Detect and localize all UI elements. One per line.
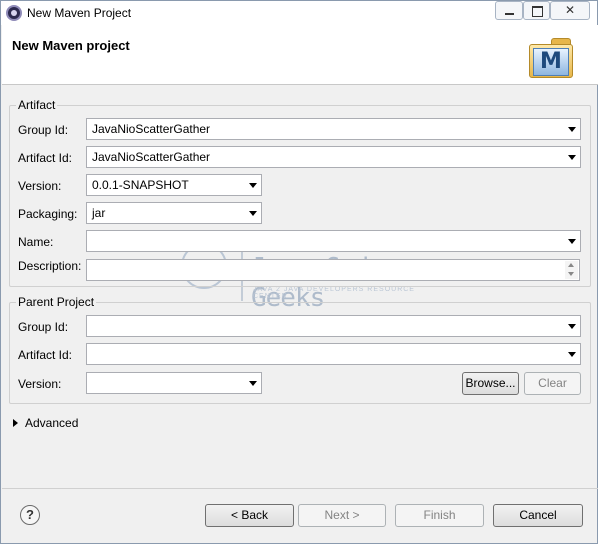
chevron-down-icon[interactable]	[568, 127, 576, 132]
title-bar[interactable]: New Maven Project	[1, 1, 597, 25]
chevron-down-icon[interactable]	[568, 239, 576, 244]
clear-button[interactable]: Clear	[524, 372, 581, 395]
cancel-button[interactable]: Cancel	[493, 504, 583, 527]
packaging-select[interactable]: jar	[86, 202, 262, 224]
packaging-value: jar	[92, 206, 106, 220]
parent-version-field[interactable]	[86, 372, 262, 394]
group-id-value: JavaNioScatterGather	[92, 122, 211, 136]
group-id-label: Group Id:	[18, 123, 69, 137]
next-button[interactable]: Next >	[298, 504, 386, 527]
back-button[interactable]: < Back	[205, 504, 294, 527]
chevron-down-icon[interactable]	[568, 324, 576, 329]
parent-artifact-id-label: Artifact Id:	[18, 348, 73, 362]
version-field[interactable]: 0.0.1-SNAPSHOT	[86, 174, 262, 196]
maven-wizard-window: New Maven Project New Maven project M JC…	[0, 0, 598, 544]
version-label: Version:	[18, 179, 62, 193]
parent-project-group-label: Parent Project	[16, 295, 97, 309]
scroll-down-icon[interactable]	[568, 272, 574, 276]
wizard-banner: New Maven project M	[2, 25, 598, 85]
parent-group-id-field[interactable]	[86, 315, 581, 337]
version-value: 0.0.1-SNAPSHOT	[92, 178, 189, 192]
description-label: Description:	[18, 259, 82, 273]
parent-artifact-id-field[interactable]	[86, 343, 581, 365]
maximize-icon[interactable]	[523, 1, 550, 20]
description-scrollbar[interactable]	[565, 261, 578, 279]
chevron-down-icon[interactable]	[249, 211, 257, 216]
maven-logo-icon: M	[529, 38, 573, 78]
scroll-up-icon[interactable]	[568, 263, 574, 267]
artifact-id-value: JavaNioScatterGather	[92, 150, 211, 164]
help-icon[interactable]: ?	[20, 505, 40, 525]
name-label: Name:	[18, 235, 54, 249]
footer-divider	[2, 488, 598, 489]
chevron-down-icon[interactable]	[249, 183, 257, 188]
finish-button[interactable]: Finish	[395, 504, 484, 527]
artifact-id-label: Artifact Id:	[18, 151, 73, 165]
expand-arrow-icon[interactable]	[13, 419, 18, 427]
group-id-field[interactable]: JavaNioScatterGather	[86, 118, 581, 140]
artifact-id-field[interactable]: JavaNioScatterGather	[86, 146, 581, 168]
eclipse-app-icon	[6, 5, 22, 21]
advanced-section-toggle[interactable]: Advanced	[25, 416, 78, 430]
browse-button[interactable]: Browse...	[462, 372, 519, 395]
description-textarea[interactable]	[86, 259, 580, 281]
minimize-icon[interactable]	[495, 1, 523, 20]
parent-group-id-label: Group Id:	[18, 320, 69, 334]
maven-logo-letter: M	[533, 48, 569, 76]
chevron-down-icon[interactable]	[249, 381, 257, 386]
packaging-label: Packaging:	[18, 207, 78, 221]
chevron-down-icon[interactable]	[568, 155, 576, 160]
window-title: New Maven Project	[27, 6, 132, 20]
close-icon[interactable]	[550, 1, 590, 20]
name-field[interactable]	[86, 230, 581, 252]
artifact-group-label: Artifact	[16, 98, 58, 112]
watermark-subtitle: JAVA 2 JAVA DEVELOPERS RESOURCE CENTER	[253, 286, 415, 300]
parent-version-label: Version:	[18, 377, 62, 391]
chevron-down-icon[interactable]	[568, 352, 576, 357]
page-title: New Maven project	[12, 38, 130, 53]
